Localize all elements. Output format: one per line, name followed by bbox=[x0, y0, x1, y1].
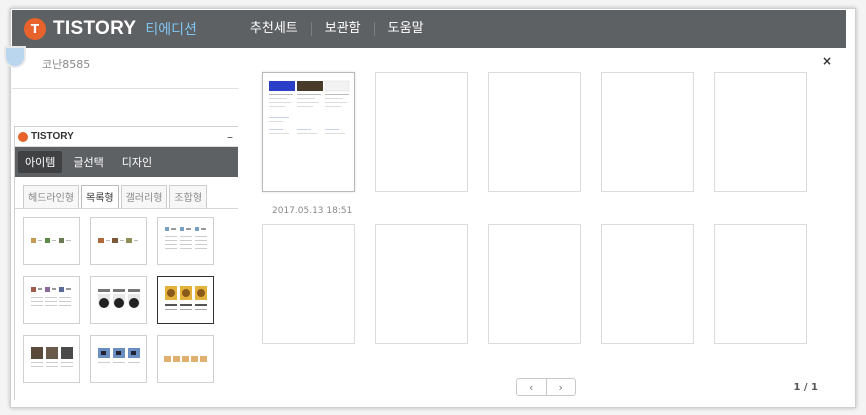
subtab-gallery[interactable]: 갤러리형 bbox=[120, 185, 168, 208]
preview-page[interactable] bbox=[375, 224, 468, 344]
left-column: 코난8585 TISTORY – 아이템 글선택 디자인 헤드라인형 목록형 갤… bbox=[4, 46, 241, 400]
subtab-combo[interactable]: 조합형 bbox=[169, 185, 208, 208]
next-page-button[interactable]: › bbox=[547, 379, 576, 395]
top-menu: 추천세트 보관함 도움말 bbox=[237, 22, 437, 36]
preview-page[interactable] bbox=[601, 224, 694, 344]
minimize-button[interactable]: – bbox=[227, 131, 233, 143]
preview-page[interactable] bbox=[714, 72, 807, 192]
list-layout-icon bbox=[30, 347, 73, 367]
layout-subtabs: 헤드라인형 목록형 갤러리형 조합형 bbox=[15, 177, 241, 209]
list-layout-icon bbox=[97, 289, 140, 308]
prev-page-button[interactable]: ‹ bbox=[517, 379, 547, 395]
layout-thumbnail[interactable] bbox=[23, 335, 80, 383]
layout-thumbnail[interactable] bbox=[157, 217, 214, 265]
preview-page[interactable] bbox=[488, 72, 581, 192]
pager: ‹ › bbox=[516, 378, 576, 396]
subtab-headline[interactable]: 헤드라인형 bbox=[23, 185, 79, 208]
list-layout-icon bbox=[30, 287, 71, 306]
list-layout-icon bbox=[30, 238, 71, 243]
list-layout-icon bbox=[163, 356, 207, 362]
menu-archive[interactable]: 보관함 bbox=[312, 22, 375, 36]
widget-brand: TISTORY bbox=[31, 131, 74, 142]
page-count: 1 / 1 bbox=[793, 382, 818, 393]
layout-thumbnail[interactable] bbox=[90, 217, 147, 265]
page-preview-pane: × 2017.05.13 18:51 ‹ › 1 / 1 bbox=[238, 48, 846, 400]
layout-thumbnail-selected[interactable] bbox=[157, 276, 214, 324]
tab-post-select[interactable]: 글선택 bbox=[66, 151, 110, 173]
brand-name: TISTORY bbox=[53, 18, 137, 39]
preview-page[interactable] bbox=[488, 224, 581, 344]
layout-thumbnail[interactable] bbox=[23, 217, 80, 265]
layout-thumbnail[interactable] bbox=[157, 335, 214, 383]
page-thumbnail-image bbox=[269, 80, 350, 134]
edition-label: 티에디션 bbox=[145, 22, 197, 38]
widget-header: TISTORY – bbox=[15, 127, 241, 147]
menu-recommended-sets[interactable]: 추천세트 bbox=[237, 22, 312, 36]
subtab-list[interactable]: 목록형 bbox=[81, 185, 119, 208]
tistory-logo-icon: T bbox=[24, 18, 46, 40]
preview-page[interactable] bbox=[262, 72, 355, 192]
tab-items[interactable]: 아이템 bbox=[18, 151, 63, 173]
layout-thumbnail-grid bbox=[23, 217, 214, 383]
widget-tabs: 아이템 글선택 디자인 bbox=[15, 147, 241, 177]
close-button[interactable]: × bbox=[822, 54, 832, 68]
tab-design[interactable]: 디자인 bbox=[115, 151, 159, 173]
layout-thumbnail[interactable] bbox=[90, 276, 147, 324]
list-layout-icon bbox=[164, 286, 207, 310]
divider bbox=[12, 88, 239, 89]
top-toolbar: T TISTORY 티에디션 추천세트 보관함 도움말 bbox=[12, 10, 846, 48]
preview-page[interactable] bbox=[375, 72, 468, 192]
preview-page[interactable] bbox=[601, 72, 694, 192]
list-layout-icon bbox=[164, 227, 207, 249]
tedition-widget: TISTORY – 아이템 글선택 디자인 헤드라인형 목록형 갤러리형 조합형 bbox=[14, 126, 241, 400]
list-layout-icon bbox=[97, 348, 140, 363]
list-layout-icon bbox=[97, 238, 138, 243]
page-timestamp: 2017.05.13 18:51 bbox=[272, 206, 353, 216]
username: 코난8585 bbox=[42, 58, 91, 71]
layout-thumbnail[interactable] bbox=[90, 335, 147, 383]
tistory-small-logo-icon bbox=[18, 131, 28, 142]
layout-thumbnail[interactable] bbox=[23, 276, 80, 324]
avatar bbox=[4, 46, 26, 68]
menu-help[interactable]: 도움말 bbox=[375, 22, 437, 36]
preview-page[interactable] bbox=[714, 224, 807, 344]
preview-page[interactable] bbox=[262, 224, 355, 344]
